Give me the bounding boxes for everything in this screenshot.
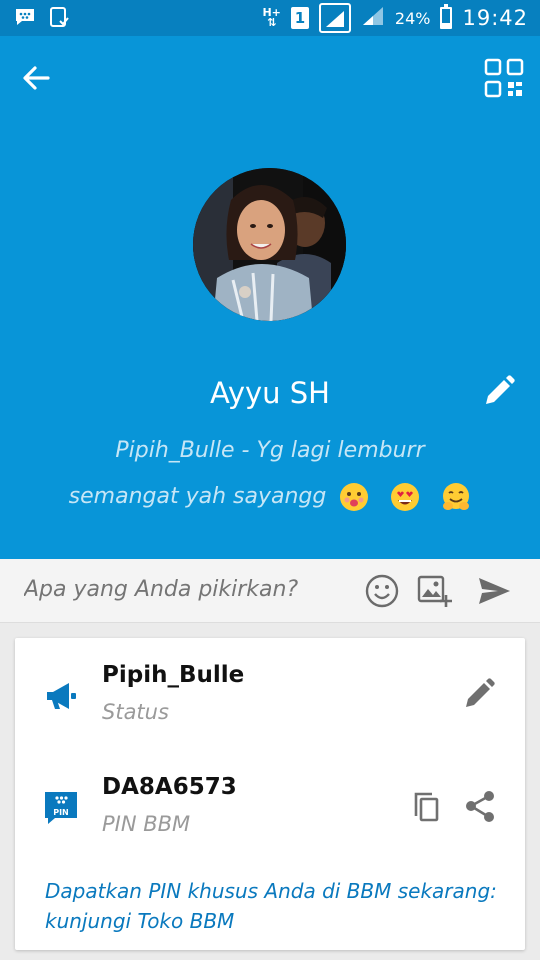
status-line-2: semangat yah sayangg [68,484,327,509]
profile-avatar[interactable] [193,168,346,321]
edit-status-button[interactable] [462,677,496,711]
get-custom-pin-link[interactable]: Dapatkan PIN khusus Anda di BBM sekarang… [45,876,505,936]
copy-icon [414,792,439,822]
bbm-notification-icon [14,6,36,28]
edit-profile-button[interactable] [482,374,516,408]
back-button[interactable] [18,60,54,96]
pin-row-subtitle: PIN BBM [102,812,191,836]
pin-row-title: DA8A6573 [102,774,237,800]
send-icon [479,578,510,604]
pin-icon-label: PIN [53,808,69,817]
sim-slot-indicator: 1 [290,7,309,29]
pencil-icon [486,375,515,404]
smiley-icon [365,574,399,608]
pencil-icon [466,678,495,707]
profile-name: Ayyu SH [209,376,330,410]
battery-percent: 24% [394,8,431,28]
clock: 19:42 [462,6,528,30]
status-compose-input[interactable] [24,577,354,602]
qr-code-button[interactable] [484,58,524,98]
kiss-face-emoji [340,483,369,511]
copy-pin-button[interactable] [410,790,444,824]
emoji-button[interactable] [364,573,400,609]
battery-icon [440,4,453,29]
battery-fill [442,22,451,27]
status-line-2-wrap: semangat yah sayangg [40,474,500,520]
status-row-subtitle: Status [102,700,169,724]
profile-info-card: Pipih_Bulle Status PIN DA8A6573 PIN BBM … [15,638,525,950]
bbm-pin-icon: PIN [45,792,77,824]
screenshot-icon [48,6,70,28]
signal-icon [318,3,351,33]
profile-status-message: Pipih_Bulle - Yg lagi lemburr semangat y… [40,428,500,520]
add-photo-button[interactable] [416,573,452,609]
signal-2-icon [361,5,385,32]
send-button[interactable] [476,573,512,609]
heart-eyes-emoji [391,483,420,511]
network-type: H+ [262,6,281,19]
share-icon [466,791,494,822]
megaphone-icon [47,683,76,709]
qr-code-icon [484,58,524,98]
hugging-face-emoji [443,483,470,510]
status-row-title: Pipih_Bulle [102,662,245,688]
data-arrows-icon: H+ ⇅ [262,6,281,29]
status-compose-bar [0,559,540,623]
arrow-left-icon [23,66,50,90]
share-pin-button[interactable] [463,789,497,823]
profile-header: Ayyu SH Pipih_Bulle - Yg lagi lemburr se… [0,36,540,559]
add-photo-icon [417,575,452,607]
status-line-1: Pipih_Bulle - Yg lagi lemburr [115,438,425,463]
status-bar: H+ ⇅ 1 24% 19:42 [0,0,540,36]
